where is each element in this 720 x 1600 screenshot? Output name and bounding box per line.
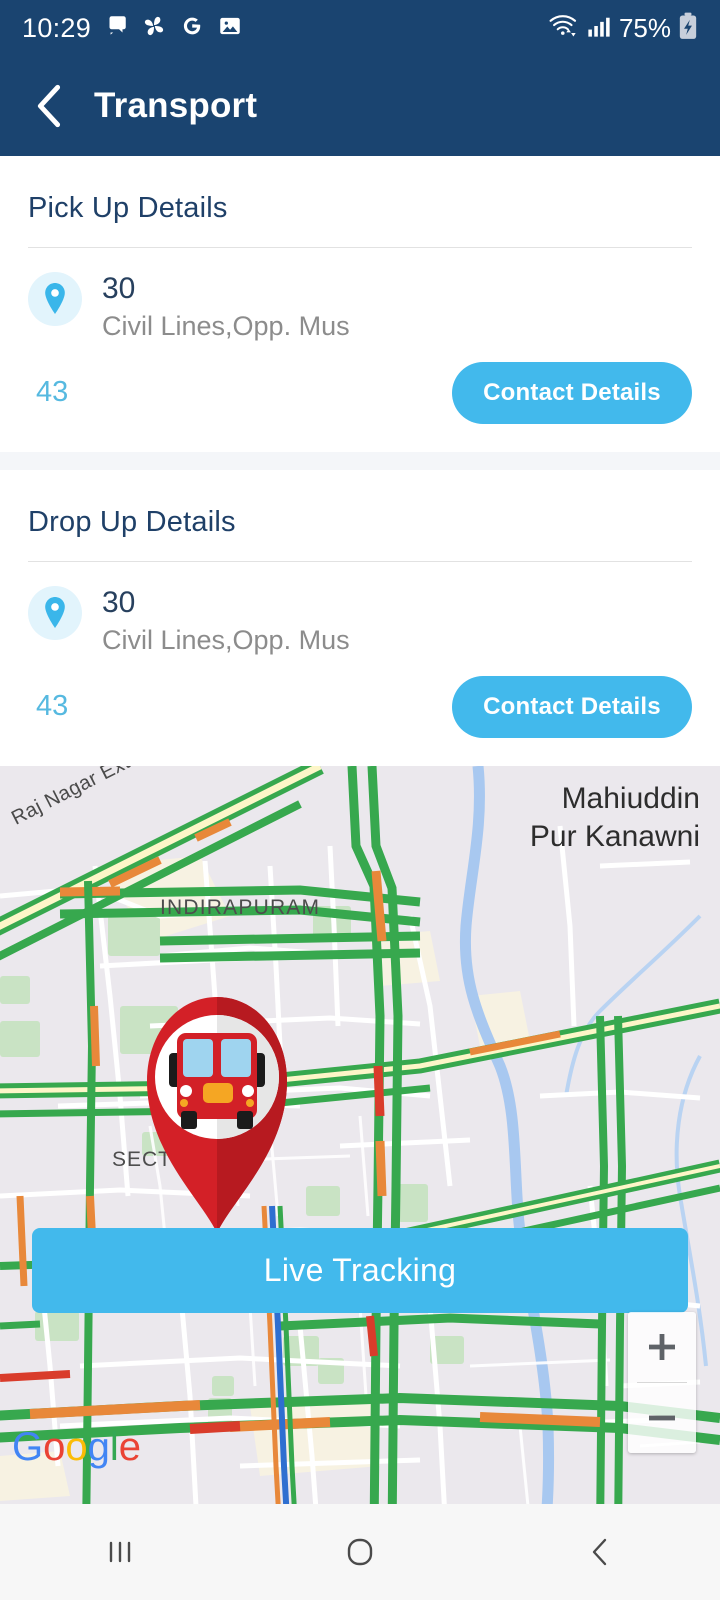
- bus-map-pin[interactable]: [127, 985, 307, 1235]
- app-bar: Transport: [0, 56, 720, 156]
- battery-percent: 75%: [618, 12, 671, 43]
- status-bar-right: 75%: [547, 12, 698, 45]
- signal-icon: [586, 13, 612, 44]
- google-logo-letter: l: [109, 1425, 119, 1469]
- recents-icon: [109, 1541, 131, 1563]
- dropup-location-row: 30 Civil Lines,Opp. Mus: [28, 562, 692, 656]
- dropup-number: 43: [36, 690, 69, 723]
- back-chevron-icon[interactable]: [34, 83, 64, 129]
- pickup-number: 43: [36, 376, 69, 409]
- pickup-code: 30: [102, 272, 136, 305]
- google-logo-letter: o: [65, 1425, 88, 1469]
- pickup-title: Pick Up Details: [28, 192, 228, 224]
- location-pin-icon: [28, 272, 82, 326]
- back-button[interactable]: [480, 1504, 720, 1600]
- page-title: Transport: [94, 86, 258, 125]
- plus-icon: [649, 1334, 675, 1360]
- google-logo-letter: G: [12, 1425, 44, 1469]
- location-pin-icon: [28, 585, 82, 640]
- live-tracking-button[interactable]: Live Tracking: [32, 1228, 688, 1313]
- google-g-icon: [179, 13, 205, 44]
- dropup-contact-details-button[interactable]: Contact Details: [452, 675, 692, 738]
- zoom-in-button[interactable]: [628, 1312, 696, 1382]
- dropup-address: Civil Lines,Opp. Mus: [102, 624, 350, 655]
- recents-button[interactable]: [0, 1504, 240, 1600]
- pickup-address: Civil Lines,Opp. Mus: [102, 310, 350, 341]
- google-logo-letter: o: [43, 1425, 66, 1469]
- dropup-texts: 30 Civil Lines,Opp. Mus: [102, 584, 350, 656]
- status-time: 10:29: [22, 12, 92, 43]
- home-icon: [347, 1538, 373, 1566]
- android-navigation-bar: [0, 1504, 720, 1600]
- google-attribution-logo: G o o g l e: [12, 1427, 141, 1467]
- minus-icon: [649, 1415, 675, 1421]
- map-tiles: [0, 765, 720, 1538]
- status-bar-left: 10:29: [22, 13, 243, 44]
- pickup-action-row: 43 Contact Details: [28, 342, 692, 452]
- pickup-location-row: 30 Civil Lines,Opp. Mus: [28, 248, 692, 342]
- pinwheel-icon: [141, 13, 167, 44]
- wifi-icon: [547, 12, 579, 44]
- dropup-code: 30: [102, 585, 136, 619]
- card-separator: [0, 451, 720, 470]
- back-icon: [592, 1538, 607, 1566]
- google-logo-letter: e: [118, 1425, 142, 1469]
- map-zoom-controls: [628, 1312, 696, 1453]
- pickup-contact-details-button[interactable]: Contact Details: [452, 361, 692, 424]
- chat-icon: [103, 13, 129, 44]
- dropup-title: Drop Up Details: [28, 505, 236, 538]
- dropup-card: Drop Up Details 30 Civil Lines,Opp. Mus …: [0, 469, 720, 766]
- pickup-card: Pick Up Details 30 Civil Lines,Opp. Mus …: [0, 156, 720, 452]
- pickup-texts: 30 Civil Lines,Opp. Mus: [102, 270, 350, 342]
- home-button[interactable]: [240, 1504, 480, 1600]
- dropup-action-row: 43 Contact Details: [28, 656, 692, 766]
- gallery-icon: [217, 13, 243, 44]
- zoom-out-button[interactable]: [628, 1383, 696, 1453]
- google-logo-letter: g: [87, 1425, 110, 1469]
- map-view[interactable]: Mahiuddin Pur Kanawni INDIRAPURAM SECT S…: [0, 765, 720, 1538]
- status-bar: 10:29 75%: [0, 0, 720, 56]
- battery-charging-icon: [678, 12, 698, 45]
